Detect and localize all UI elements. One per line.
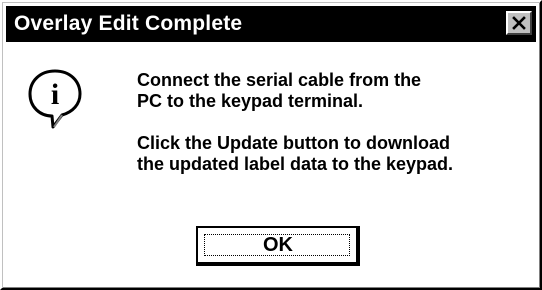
ok-button[interactable]: OK [196, 226, 360, 266]
window-title: Overlay Edit Complete [14, 12, 243, 35]
close-button[interactable] [506, 11, 532, 35]
information-icon: i [28, 69, 82, 129]
message-line-1: Connect the serial cable from the PC to … [137, 70, 422, 111]
message-line-2: Click the Update button to download the … [137, 133, 454, 174]
close-x-icon [512, 16, 526, 30]
message-text: Connect the serial cable from the PC to … [137, 70, 537, 175]
title-bar[interactable]: Overlay Edit Complete [6, 6, 536, 42]
information-glyph: i [51, 78, 59, 111]
ok-button-label: OK [263, 233, 293, 256]
dialog-window: Overlay Edit Complete i Connect the seri… [0, 0, 542, 290]
